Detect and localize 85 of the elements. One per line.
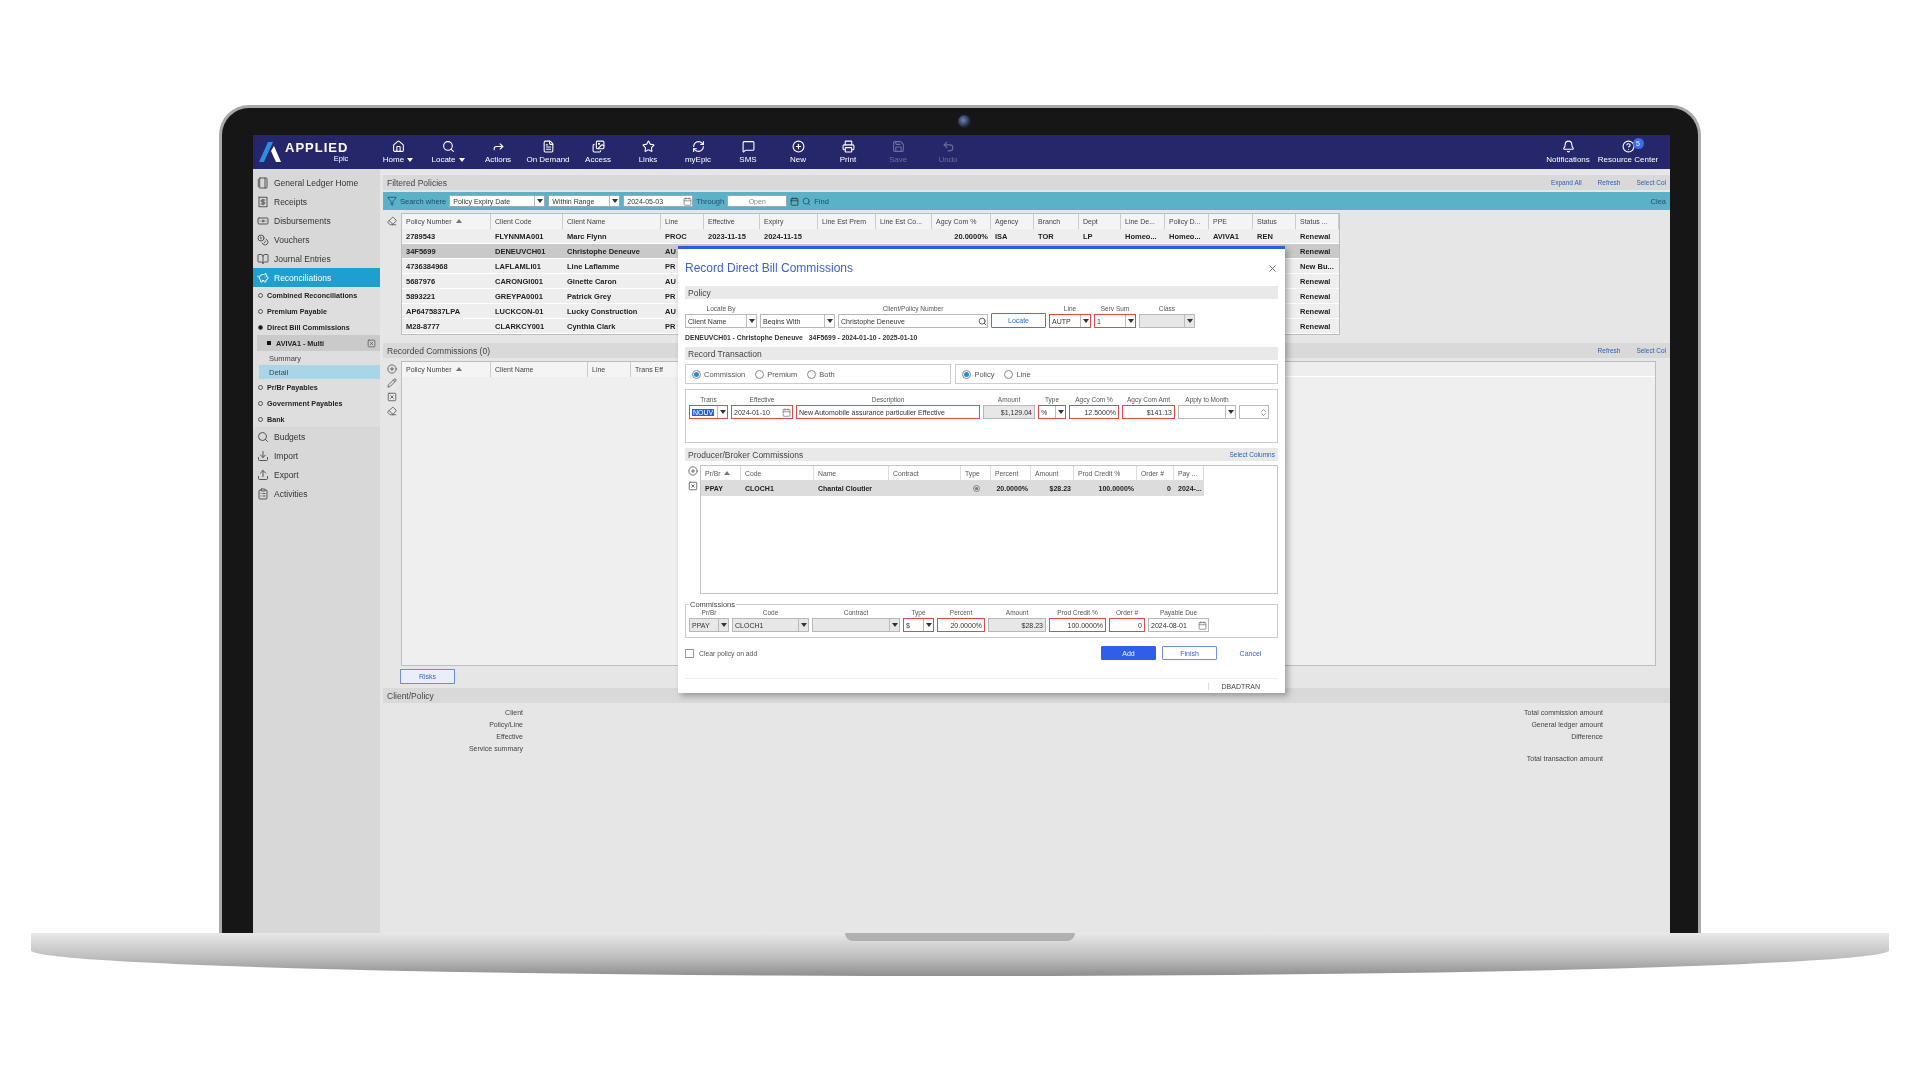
caret-icon (891, 623, 898, 627)
toolbar-button[interactable]: SMS (723, 140, 773, 164)
toolbar-button[interactable]: Actions (473, 140, 523, 164)
calendar-icon (683, 196, 693, 206)
logo-icon (259, 142, 281, 162)
piggy-bank-icon (257, 271, 269, 284)
section-header: Policy (685, 286, 1278, 299)
filter-icon (387, 196, 397, 206)
caret-icon (1227, 410, 1234, 414)
plus-circle-icon (791, 140, 805, 153)
delete-icon[interactable] (687, 481, 698, 491)
caret-icon (800, 623, 807, 627)
section-title: Filtered Policies (387, 177, 447, 188)
close-icon[interactable] (367, 338, 376, 348)
search-icon (802, 196, 812, 206)
sidebar-item[interactable]: Disbursements (253, 211, 380, 230)
caret-icon (536, 199, 543, 203)
logo-text: APPLIED (285, 141, 349, 155)
caret-icon (719, 410, 726, 414)
sidebar-item[interactable]: Activities (253, 484, 380, 503)
printer-icon (841, 140, 855, 153)
toolbar-button[interactable]: Print (823, 140, 873, 164)
sidebar-item[interactable]: Import (253, 446, 380, 465)
sidebar-item[interactable]: Vouchers (253, 230, 380, 249)
square-icon (267, 341, 271, 345)
sidebar-item[interactable]: Export (253, 465, 380, 484)
add-icon[interactable] (687, 466, 698, 476)
toolbar-button[interactable]: Home (373, 140, 423, 164)
clipboard-icon (257, 487, 269, 500)
caret-icon (1057, 410, 1064, 414)
refresh-icon (691, 140, 705, 153)
calendar-icon (1198, 620, 1207, 630)
toolbar-button[interactable]: New (773, 140, 823, 164)
search-icon (978, 316, 987, 326)
caret-icon (407, 157, 414, 162)
section-title: Recorded Commissions (0) (387, 345, 490, 356)
sidebar-item[interactable]: Journal Entries (253, 249, 380, 268)
caret-icon (925, 623, 932, 627)
toolbar-button[interactable]: Links (623, 140, 673, 164)
message-icon (741, 140, 755, 153)
document-icon (541, 140, 555, 153)
toolbar-button[interactable]: myEpic (673, 140, 723, 164)
spin-field[interactable] (1239, 405, 1269, 419)
save-icon (891, 140, 905, 153)
forward-arrow-icon (491, 140, 505, 153)
clear-icon[interactable] (387, 406, 397, 416)
upload-icon (257, 468, 269, 481)
caret-icon (720, 623, 727, 627)
notebook-icon (257, 176, 269, 189)
sidebar-item[interactable]: Receipts (253, 192, 380, 211)
add-icon[interactable] (387, 364, 397, 374)
caret-icon (611, 199, 618, 203)
clear-icon[interactable] (387, 216, 397, 226)
toolbar-button[interactable]: Access (573, 140, 623, 164)
undo-icon (941, 140, 955, 153)
select-field[interactable] (1178, 405, 1236, 419)
close-icon[interactable] (1267, 262, 1278, 274)
webcam (958, 115, 971, 128)
section-title: Client/Policy (387, 690, 434, 701)
coins-icon (257, 233, 269, 246)
spinner-icon (1259, 407, 1268, 417)
section-header: Record Transaction (685, 347, 1278, 360)
toolbar-button[interactable]: On Demand (523, 140, 573, 164)
banknote-icon (257, 214, 269, 227)
bell-icon (1561, 140, 1575, 153)
dialog-title: Record Direct Bill Commissions (685, 261, 854, 275)
caret-icon (458, 157, 465, 162)
magnifier-icon (257, 430, 269, 443)
images-icon (591, 140, 605, 153)
book-icon (257, 252, 269, 265)
toolbar-button[interactable]: Locate (423, 140, 473, 164)
search-icon (441, 140, 455, 153)
pencil-icon[interactable] (387, 378, 397, 388)
receipt-icon (257, 195, 269, 208)
help-icon (1621, 140, 1635, 153)
sidebar-item[interactable]: General Ledger Home (253, 173, 380, 192)
toolbar-button[interactable]: Notifications (1538, 140, 1598, 164)
star-icon (641, 140, 655, 153)
sidebar-item[interactable]: Budgets (253, 427, 380, 446)
home-icon (391, 140, 405, 153)
calendar-icon[interactable] (790, 196, 800, 206)
download-icon (257, 449, 269, 462)
calendar-icon (782, 407, 791, 417)
delete-icon[interactable] (387, 392, 397, 402)
target-icon (973, 485, 980, 492)
